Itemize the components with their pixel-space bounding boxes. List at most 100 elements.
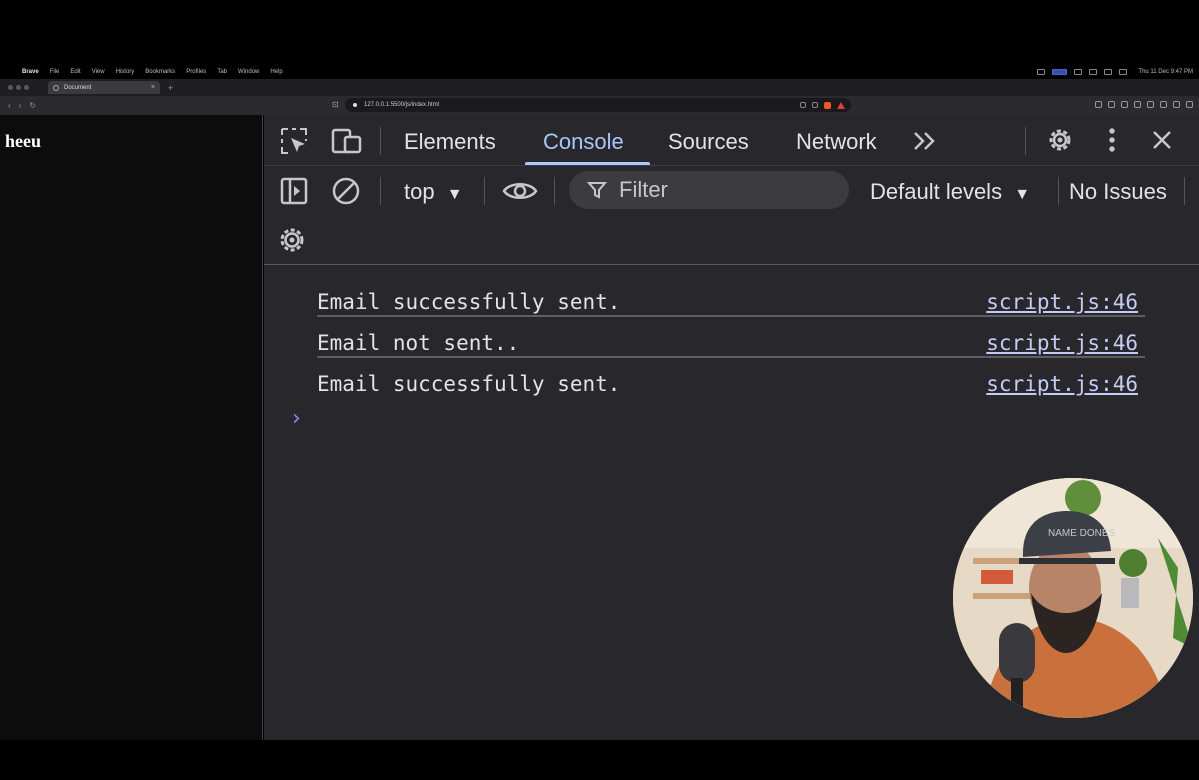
- url-text[interactable]: 127.0.0.1:5500/js/index.html: [364, 102, 439, 108]
- source-link[interactable]: script.js:46: [986, 372, 1138, 396]
- inspect-element-icon[interactable]: [280, 127, 308, 155]
- url-actions: [800, 101, 851, 109]
- page-text: heeu: [5, 131, 41, 151]
- console-message-text: Email successfully sent.: [317, 290, 621, 314]
- bookmark-icon[interactable]: ⊡: [332, 100, 339, 109]
- divider: [1058, 177, 1059, 205]
- menu-brave[interactable]: Brave: [22, 69, 39, 75]
- clear-console-icon[interactable]: [331, 176, 361, 206]
- presenter-video-image: NAME DONES: [953, 478, 1193, 718]
- back-icon[interactable]: ‹: [8, 101, 11, 110]
- context-selector[interactable]: top ▼: [404, 179, 463, 205]
- address-bar-row: ‹ › ↻ ⊡ 127.0.0.1:5500/js/index.html: [0, 96, 1199, 115]
- macos-menu-bar: Brave File Edit View History Bookmarks P…: [0, 66, 1199, 78]
- tab-network[interactable]: Network: [796, 129, 877, 155]
- console-message-text: Email successfully sent.: [317, 372, 621, 396]
- extension-icon[interactable]: [1095, 101, 1102, 108]
- divider: [380, 127, 381, 155]
- zoom-window-button[interactable]: [24, 85, 29, 90]
- minimize-window-button[interactable]: [16, 85, 21, 90]
- zoom-icon[interactable]: [800, 102, 806, 108]
- url-field[interactable]: 127.0.0.1:5500/js/index.html: [345, 98, 851, 112]
- console-toolbar: top ▼ Filter Default levels ▼ No Issues: [264, 167, 1199, 265]
- tab-elements[interactable]: Elements: [404, 129, 496, 155]
- share-icon[interactable]: [812, 102, 818, 108]
- extensions-toolbar: [1095, 101, 1193, 108]
- menu-bookmarks[interactable]: Bookmarks: [145, 69, 175, 75]
- divider: [554, 177, 555, 205]
- extension-icon[interactable]: [1108, 101, 1115, 108]
- close-icon[interactable]: [1151, 129, 1173, 151]
- tab-sources[interactable]: Sources: [668, 129, 749, 155]
- divider: [1184, 177, 1185, 205]
- filter-icon: [587, 182, 607, 199]
- log-levels-dropdown[interactable]: Default levels ▼: [870, 179, 1030, 205]
- filter-input[interactable]: Filter: [569, 171, 849, 209]
- console-prompt-chevron-icon[interactable]: ›: [292, 406, 301, 431]
- context-label: top: [404, 179, 435, 204]
- control-center-icon[interactable]: [1119, 69, 1128, 75]
- browser-tab-strip: Document × +: [0, 79, 1199, 96]
- filter-placeholder: Filter: [619, 177, 668, 202]
- menu-icon[interactable]: [1186, 101, 1193, 108]
- divider: [1025, 127, 1026, 155]
- source-link[interactable]: script.js:46: [986, 331, 1138, 355]
- source-link[interactable]: script.js:46: [986, 290, 1138, 314]
- menu-view[interactable]: View: [92, 69, 105, 75]
- log-levels-label: Default levels: [870, 179, 1003, 204]
- show-sidebar-icon[interactable]: [280, 177, 308, 205]
- menubar-clock[interactable]: Thu 11 Dec 9:47 PM: [1138, 69, 1193, 75]
- menu-window[interactable]: Window: [238, 69, 259, 75]
- extension-icon[interactable]: [1147, 101, 1154, 108]
- menu-help[interactable]: Help: [270, 69, 282, 75]
- page-viewport: heeu: [0, 115, 263, 740]
- browser-tab[interactable]: Document ×: [48, 81, 160, 94]
- settings-gear-icon[interactable]: [1045, 125, 1075, 155]
- brave-rewards-icon[interactable]: [837, 101, 845, 109]
- wallet-icon[interactable]: [1173, 101, 1180, 108]
- console-message: Email successfully sent. script.js:46: [317, 358, 1145, 399]
- webcam-overlay: NAME DONES: [953, 478, 1193, 718]
- status-icons: Thu 11 Dec 9:47 PM: [1037, 69, 1193, 75]
- issues-counter[interactable]: No Issues: [1069, 179, 1167, 205]
- dropdown-arrow-icon: ▼: [446, 186, 463, 203]
- close-tab-icon[interactable]: ×: [151, 84, 155, 91]
- status-icon[interactable]: [1052, 69, 1068, 75]
- console-message: Email successfully sent. script.js:46: [317, 276, 1145, 317]
- menu-tab[interactable]: Tab: [217, 69, 227, 75]
- status-icon[interactable]: [1037, 69, 1046, 75]
- dropdown-arrow-icon: ▼: [1014, 186, 1031, 203]
- tab-console[interactable]: Console: [543, 129, 624, 155]
- divider: [380, 177, 381, 205]
- devtools-tab-bar: Elements Console Sources Network: [264, 115, 1199, 166]
- site-info-icon[interactable]: [353, 103, 357, 107]
- status-icon[interactable]: [1074, 69, 1083, 75]
- menu-edit[interactable]: Edit: [70, 69, 80, 75]
- status-icon[interactable]: [1089, 69, 1098, 75]
- more-options-icon[interactable]: [1107, 127, 1117, 153]
- reload-icon[interactable]: ↻: [29, 101, 36, 110]
- extension-icon[interactable]: [1134, 101, 1141, 108]
- menu-history[interactable]: History: [116, 69, 135, 75]
- console-message: Email not sent.. script.js:46: [317, 317, 1145, 358]
- menu-profiles[interactable]: Profiles: [186, 69, 206, 75]
- brave-shields-icon[interactable]: [824, 101, 831, 109]
- divider: [484, 177, 485, 205]
- device-toolbar-icon[interactable]: [331, 127, 363, 155]
- close-window-button[interactable]: [8, 85, 13, 90]
- browser-tab-title: Document: [64, 84, 92, 91]
- forward-icon[interactable]: ›: [19, 101, 22, 110]
- extension-icon[interactable]: [1121, 101, 1128, 108]
- sidebar-icon[interactable]: [1160, 101, 1167, 108]
- menu-file[interactable]: File: [50, 69, 60, 75]
- live-expression-eye-icon[interactable]: [502, 179, 538, 203]
- more-tabs-icon[interactable]: [912, 129, 938, 153]
- active-tab-indicator: [525, 162, 650, 165]
- globe-icon: [53, 84, 59, 91]
- console-settings-gear-icon[interactable]: [277, 225, 307, 255]
- console-message-text: Email not sent..: [317, 331, 520, 355]
- apple-icon[interactable]: [6, 68, 14, 76]
- cap-text: NAME DONES: [1048, 528, 1116, 539]
- wifi-icon[interactable]: [1104, 69, 1113, 75]
- new-tab-button[interactable]: +: [168, 83, 173, 93]
